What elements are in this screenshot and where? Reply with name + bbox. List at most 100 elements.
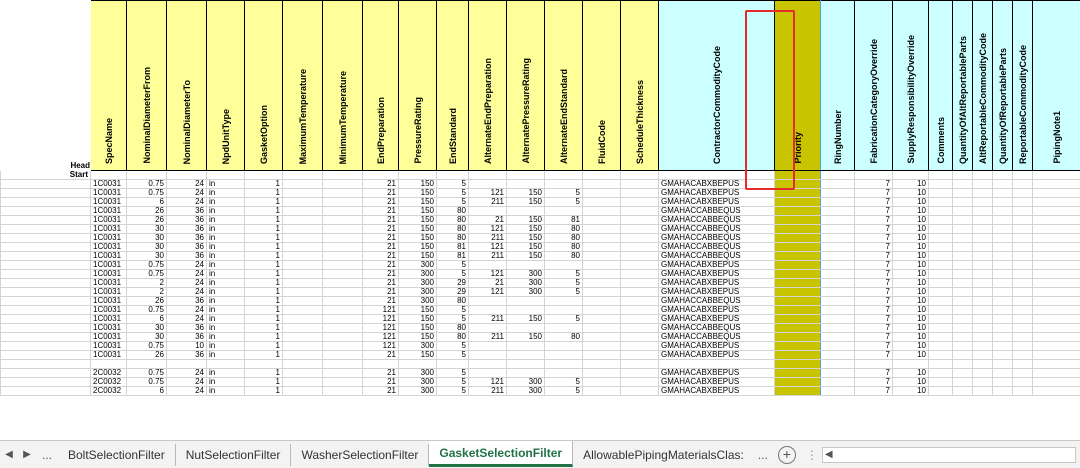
table-cell[interactable] (774, 350, 821, 360)
table-cell[interactable] (774, 170, 821, 180)
table-cell[interactable] (952, 367, 973, 378)
table-cell[interactable]: GMAHACABXBEPUS (658, 188, 775, 198)
table-cell[interactable] (244, 170, 283, 180)
table-cell[interactable]: 21 (362, 287, 399, 297)
table-cell[interactable] (928, 215, 953, 225)
table-cell[interactable] (928, 341, 953, 351)
table-cell[interactable] (928, 359, 953, 369)
table-cell[interactable] (468, 260, 507, 270)
table-cell[interactable] (972, 278, 993, 288)
table-cell[interactable]: 10 (892, 206, 929, 216)
table-cell[interactable] (282, 367, 323, 378)
table-cell[interactable]: GMAHACCABBEQUS (658, 215, 775, 225)
column-header-alternate-pressure-rating[interactable]: AlternatePressureRating (506, 0, 545, 171)
table-cell[interactable]: 6 (126, 314, 167, 324)
column-header-contractor-commodity-code[interactable]: ContractorCommodityCode (658, 0, 775, 171)
table-cell[interactable] (892, 359, 929, 369)
table-cell[interactable]: 29 (436, 278, 469, 288)
table-cell[interactable] (282, 206, 323, 216)
table-cell[interactable]: 21 (362, 197, 399, 207)
column-header-piping-note1[interactable]: PipingNote1 (1032, 0, 1080, 171)
table-cell[interactable]: in (206, 323, 245, 333)
table-cell[interactable]: 7 (854, 233, 893, 243)
table-cell[interactable]: 7 (854, 296, 893, 306)
table-cell[interactable] (820, 269, 855, 279)
table-cell[interactable]: 80 (544, 242, 583, 252)
table-cell[interactable]: 150 (398, 242, 437, 252)
table-cell[interactable] (620, 385, 659, 396)
table-cell[interactable]: in (206, 341, 245, 351)
table-cell[interactable] (952, 385, 973, 396)
table-cell[interactable]: GMAHACABXBEPUS (658, 350, 775, 360)
tab-more-ellipsis[interactable]: ... (754, 448, 772, 462)
table-cell[interactable] (582, 332, 621, 342)
table-cell[interactable]: 7 (854, 197, 893, 207)
table-cell[interactable]: 7 (854, 206, 893, 216)
table-cell[interactable]: 21 (362, 278, 399, 288)
table-cell[interactable]: 7 (854, 314, 893, 324)
table-cell[interactable] (952, 179, 973, 189)
table-cell[interactable]: 300 (506, 278, 545, 288)
table-cell[interactable]: 21 (468, 278, 507, 288)
table-cell[interactable]: in (206, 188, 245, 198)
table-cell[interactable]: 1 (244, 287, 283, 297)
table-cell[interactable]: in (206, 179, 245, 189)
table-cell[interactable]: GMAHACCABBEQUS (658, 206, 775, 216)
table-cell[interactable]: 2C0032 (90, 367, 127, 378)
table-cell[interactable]: in (206, 332, 245, 342)
table-cell[interactable] (774, 242, 821, 252)
table-cell[interactable] (282, 188, 323, 198)
table-cell[interactable]: 1C0031 (90, 305, 127, 315)
table-cell[interactable]: 21 (362, 206, 399, 216)
table-cell[interactable] (820, 341, 855, 351)
table-cell[interactable] (774, 296, 821, 306)
table-cell[interactable] (620, 359, 659, 369)
table-cell[interactable]: 26 (126, 206, 167, 216)
table-cell[interactable]: 150 (506, 233, 545, 243)
table-cell[interactable]: 5 (544, 197, 583, 207)
table-cell[interactable]: 24 (166, 367, 207, 378)
table-cell[interactable]: 150 (398, 179, 437, 189)
table-cell[interactable]: 1C0031 (90, 287, 127, 297)
table-cell[interactable]: 5 (544, 385, 583, 396)
table-cell[interactable] (468, 305, 507, 315)
table-cell[interactable] (820, 170, 855, 180)
table-cell[interactable] (582, 341, 621, 351)
table-cell[interactable] (506, 206, 545, 216)
table-cell[interactable] (322, 314, 363, 324)
table-cell[interactable] (1032, 296, 1080, 306)
table-cell[interactable] (506, 323, 545, 333)
table-cell[interactable]: 10 (892, 341, 929, 351)
table-cell[interactable]: 0.75 (126, 305, 167, 315)
table-cell[interactable]: 26 (126, 215, 167, 225)
table-cell[interactable] (972, 332, 993, 342)
table-cell[interactable] (774, 305, 821, 315)
table-cell[interactable] (952, 215, 973, 225)
table-cell[interactable] (90, 170, 127, 180)
table-cell[interactable] (820, 179, 855, 189)
table-cell[interactable]: 1 (244, 385, 283, 396)
table-cell[interactable] (820, 260, 855, 270)
table-cell[interactable]: 150 (398, 206, 437, 216)
table-cell[interactable] (582, 278, 621, 288)
table-cell[interactable] (992, 170, 1013, 180)
table-cell[interactable] (322, 341, 363, 351)
table-cell[interactable]: 36 (166, 296, 207, 306)
table-cell[interactable] (992, 341, 1013, 351)
table-cell[interactable]: 5 (436, 197, 469, 207)
table-cell[interactable]: 1C0031 (90, 233, 127, 243)
table-cell[interactable]: 36 (166, 233, 207, 243)
table-cell[interactable] (322, 367, 363, 378)
table-cell[interactable] (820, 233, 855, 243)
table-cell[interactable] (992, 332, 1013, 342)
table-cell[interactable] (166, 359, 207, 369)
table-cell[interactable] (1032, 314, 1080, 324)
table-cell[interactable]: 1 (244, 278, 283, 288)
table-cell[interactable] (582, 251, 621, 261)
table-cell[interactable] (1032, 260, 1080, 270)
table-cell[interactable] (774, 251, 821, 261)
table-cell[interactable] (282, 260, 323, 270)
table-cell[interactable]: 1C0031 (90, 323, 127, 333)
table-cell[interactable]: 1 (244, 233, 283, 243)
table-cell[interactable] (1012, 287, 1033, 297)
